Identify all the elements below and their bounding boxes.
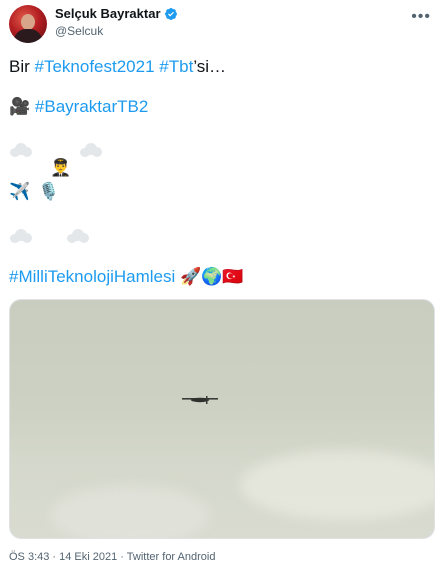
tweet-line-3: #MilliTeknolojiHamlesi 🚀🌍🇹🇷 [9, 266, 244, 288]
hashtag-link[interactable]: #Teknofest2021 [35, 57, 155, 76]
cloud-icon [67, 229, 89, 243]
globe-emoji: 🌍 [201, 267, 223, 286]
mic-emoji: 🎙️ [38, 182, 60, 201]
author-handle[interactable]: @Selcuk [55, 24, 103, 38]
cloud-icon [80, 143, 102, 157]
plane-emoji: ✈️ [9, 182, 31, 201]
tweet-meta[interactable]: ÖS 3:43 · 14 Eki 2021 · Twitter for Andr… [9, 551, 215, 563]
pilot-emoji: 👨‍✈️ [50, 158, 72, 177]
avatar[interactable] [9, 5, 47, 43]
hashtag-link[interactable]: #BayraktarTB2 [35, 97, 148, 116]
author-name[interactable]: Selçuk Bayraktar [55, 6, 161, 21]
text-segment: ’si… [193, 57, 227, 76]
turkish-flag-emoji: 🇹🇷 [222, 267, 244, 286]
rocket-emoji: 🚀 [180, 267, 202, 286]
author-name-row[interactable]: Selçuk Bayraktar [55, 6, 178, 21]
tweet-video-media[interactable] [9, 299, 435, 539]
hashtag-link[interactable]: #MilliTeknolojiHamlesi [9, 267, 175, 286]
tweet-line-1: Bir #Teknofest2021 #Tbt’si… [9, 56, 226, 78]
text-segment: Bir [9, 57, 35, 76]
camera-emoji: 🎥 [9, 97, 31, 116]
verified-badge-icon [164, 7, 177, 20]
cloud-icon [10, 229, 32, 243]
drone-silhouette [182, 396, 218, 404]
cloud-icon [10, 143, 32, 157]
hashtag-link[interactable]: #Tbt [159, 57, 193, 76]
tweet-header: Selçuk Bayraktar @Selcuk ••• [0, 0, 443, 48]
tweet-line-2: 🎥 #BayraktarTB2 [9, 96, 148, 118]
more-options-icon[interactable]: ••• [411, 8, 431, 26]
